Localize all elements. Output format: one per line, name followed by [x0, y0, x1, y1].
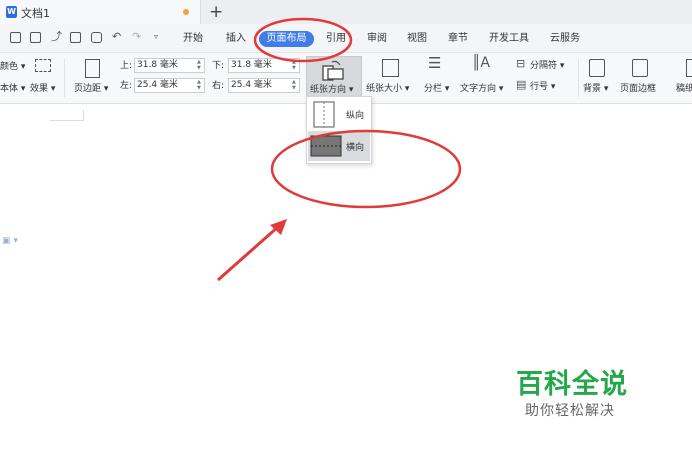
top-margin-input[interactable]: 31.8 毫米 ▲ ▼: [134, 58, 205, 73]
ribbon-divider: [64, 59, 65, 97]
theme-fonts-button[interactable]: 本体 ▾: [0, 83, 25, 95]
text-direction-icon: ║A: [472, 55, 491, 71]
manuscript-button[interactable]: 稿纸: [676, 83, 692, 95]
orientation-button[interactable]: 纸张方向 ▾: [306, 56, 362, 100]
menu-chapter[interactable]: 章节: [448, 32, 468, 46]
portrait-option[interactable]: 纵向: [308, 99, 370, 129]
undo-icon[interactable]: ↶: [112, 30, 121, 44]
manuscript-icon: [686, 59, 692, 77]
paste-options-icon[interactable]: ▣ ▾: [2, 236, 18, 246]
landscape-icon: [310, 135, 342, 157]
export-pdf-icon[interactable]: ⤴: [51, 30, 62, 44]
effects-icon: [35, 59, 51, 72]
columns-button[interactable]: 分栏 ▾: [424, 83, 449, 95]
columns-icon: ☰: [428, 54, 442, 72]
orientation-dropdown: 纵向 横向: [306, 96, 372, 164]
margins-button[interactable]: 页边距 ▾: [74, 83, 108, 95]
page-corner-mark: [50, 110, 84, 121]
ribbon-divider: [578, 59, 579, 97]
right-margin-label: 右:: [212, 81, 225, 91]
menu-page-layout[interactable]: 页面布局: [259, 31, 314, 47]
right-margin-input[interactable]: 25.4 毫米 ▲ ▼: [228, 78, 300, 93]
menu-bar: ⤴ ↶ ↷ ▿ 开始 插入 页面布局 引用 审阅 视图 章节 开发工具 云服务: [0, 24, 692, 53]
top-margin-label: 上:: [120, 61, 133, 71]
annotation-arrow-shaft: [217, 224, 280, 282]
document-tab[interactable]: W 文档1: [0, 0, 201, 24]
line-number-button[interactable]: 行号 ▾: [530, 81, 555, 93]
tab-bar: W 文档1 +: [0, 0, 692, 24]
menu-cloud[interactable]: 云服务: [550, 32, 580, 46]
new-tab-button[interactable]: +: [209, 0, 223, 24]
portrait-icon: [313, 101, 335, 128]
menu-insert[interactable]: 插入: [226, 32, 246, 46]
left-margin-label: 左:: [120, 81, 133, 91]
orientation-icon: [322, 60, 344, 81]
annotation-arrow-head: [270, 219, 287, 235]
paper-size-icon: [382, 59, 399, 77]
redo-icon[interactable]: ↷: [132, 30, 141, 44]
background-button[interactable]: 背景 ▾: [583, 83, 608, 95]
background-icon: [589, 59, 605, 77]
landscape-option[interactable]: 横向: [308, 131, 370, 161]
bottom-margin-label: 下:: [212, 61, 225, 71]
open-folder-icon[interactable]: [10, 32, 21, 43]
effects-button[interactable]: 效果 ▾: [30, 83, 55, 95]
customize-toolbar-icon[interactable]: ▿: [154, 30, 158, 44]
watermark-title: 百科全说: [516, 369, 628, 400]
portrait-label: 纵向: [346, 111, 365, 121]
menu-home[interactable]: 开始: [183, 32, 203, 46]
writer-doc-icon: W: [6, 6, 17, 18]
paper-size-button[interactable]: 纸张大小 ▾: [366, 83, 409, 95]
print-icon[interactable]: [91, 32, 102, 43]
menu-developer[interactable]: 开发工具: [489, 32, 529, 46]
menu-view[interactable]: 视图: [407, 32, 427, 46]
orientation-label: 纸张方向 ▾: [310, 85, 354, 95]
landscape-label: 横向: [346, 143, 365, 153]
separator-button[interactable]: 分隔符 ▾: [530, 60, 564, 72]
line-number-icon: ▤: [516, 78, 527, 91]
separator-icon: ⊟: [516, 57, 526, 70]
watermark-subtitle: 助你轻松解决: [525, 403, 615, 419]
unsaved-dot-icon: [183, 9, 189, 15]
document-tab-title: 文档1: [21, 7, 50, 20]
margins-icon: [85, 59, 100, 78]
theme-colors-button[interactable]: 颜色 ▾: [0, 61, 25, 73]
print-preview-icon[interactable]: [70, 32, 81, 43]
page-border-button[interactable]: 页面边框: [620, 83, 656, 95]
save-icon[interactable]: [30, 32, 41, 43]
left-margin-input[interactable]: 25.4 毫米 ▲ ▼: [134, 78, 205, 93]
text-direction-button[interactable]: 文字方向 ▾: [460, 83, 503, 95]
bottom-margin-input[interactable]: 31.8 毫米 ▲ ▼: [228, 58, 300, 73]
page-border-icon: [632, 59, 648, 77]
menu-review[interactable]: 审阅: [367, 32, 387, 46]
menu-references[interactable]: 引用: [326, 32, 346, 46]
